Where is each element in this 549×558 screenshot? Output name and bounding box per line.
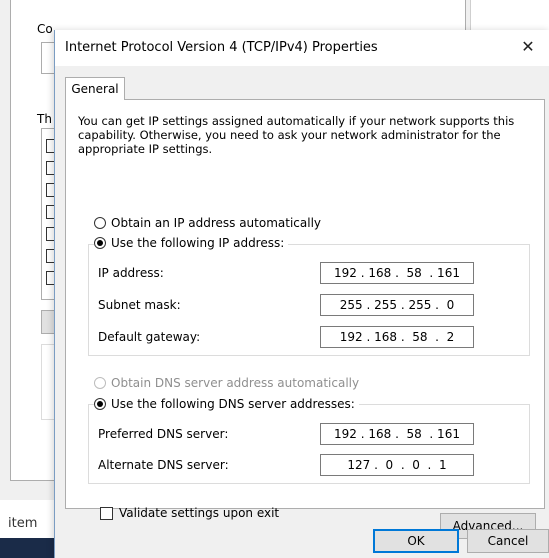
- use-following-ip-label: Use the following IP address:: [111, 236, 285, 250]
- obtain-ip-auto-label: Obtain an IP address automatically: [111, 216, 322, 230]
- radio-selected-icon: [94, 237, 106, 249]
- close-button[interactable]: ✕: [506, 30, 549, 64]
- items-label: Th: [37, 112, 52, 126]
- use-following-dns-label: Use the following DNS server addresses:: [111, 397, 355, 411]
- ipv4-properties-dialog: Internet Protocol Version 4 (TCP/IPv4) P…: [54, 30, 549, 558]
- obtain-dns-auto-radio[interactable]: Obtain DNS server address automatically: [94, 376, 359, 390]
- ip-address-label: IP address:: [98, 266, 164, 280]
- connect-label: Co: [37, 22, 53, 36]
- ok-button[interactable]: OK: [373, 529, 459, 553]
- alternate-dns-label: Alternate DNS server:: [98, 458, 229, 472]
- alternate-dns-input[interactable]: 127 . 0 . 0 . 1: [320, 454, 474, 476]
- radio-icon: [94, 217, 106, 229]
- taskbar: [0, 538, 54, 558]
- obtain-ip-auto-radio[interactable]: Obtain an IP address automatically: [94, 216, 321, 230]
- preferred-dns-input[interactable]: 192 . 168 . 58 . 161: [320, 423, 474, 445]
- radio-disabled-icon: [94, 377, 106, 389]
- tab-general[interactable]: General: [65, 77, 125, 100]
- checkbox-icon: [100, 506, 113, 520]
- general-panel: You can get IP settings assigned automat…: [65, 99, 545, 539]
- ip-address-input[interactable]: 192 . 168 . 58 . 161: [320, 262, 474, 284]
- close-icon: ✕: [521, 37, 535, 56]
- background-item-label: item: [8, 516, 38, 531]
- obtain-dns-auto-label: Obtain DNS server address automatically: [111, 376, 360, 390]
- default-gateway-label: Default gateway:: [98, 330, 201, 344]
- validate-settings-label: Validate settings upon exit: [119, 506, 280, 520]
- cancel-button[interactable]: Cancel: [467, 529, 549, 553]
- radio-selected-icon: [94, 398, 106, 410]
- validate-settings-checkbox[interactable]: Validate settings upon exit: [100, 506, 279, 520]
- preferred-dns-label: Preferred DNS server:: [98, 427, 229, 441]
- subnet-mask-input[interactable]: 255 . 255 . 255 . 0: [320, 294, 474, 316]
- dialog-title: Internet Protocol Version 4 (TCP/IPv4) P…: [65, 40, 378, 55]
- use-following-ip-radio[interactable]: Use the following IP address:: [94, 236, 289, 250]
- subnet-mask-label: Subnet mask:: [98, 298, 181, 312]
- title-bar[interactable]: Internet Protocol Version 4 (TCP/IPv4) P…: [55, 30, 549, 66]
- use-following-dns-radio[interactable]: Use the following DNS server addresses:: [94, 397, 359, 411]
- default-gateway-input[interactable]: 192 . 168 . 58 . 2: [320, 326, 474, 348]
- intro-text: You can get IP settings assigned automat…: [78, 114, 515, 156]
